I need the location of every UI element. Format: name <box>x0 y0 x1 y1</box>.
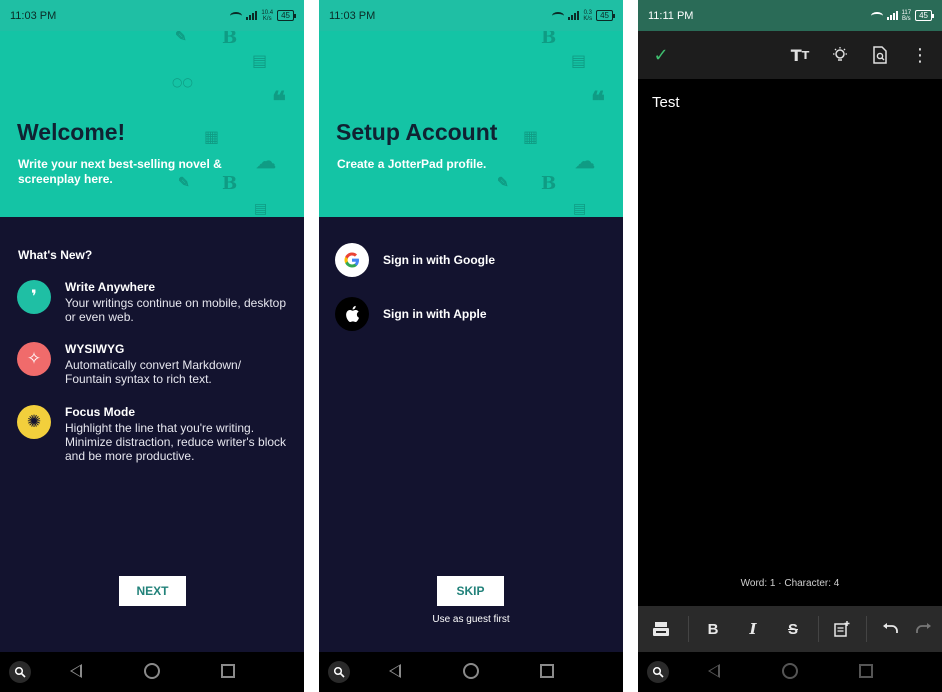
navigation-bar <box>0 652 304 692</box>
editor-screen: 11:11 PM 117 B/s 45 ✓ TT ⋮ Test Word: 1 ·… <box>638 0 942 692</box>
pencil-decoration-icon: ✎ <box>497 175 509 191</box>
feature-item: ❜ Write Anywhere Your writings continue … <box>17 280 297 324</box>
zoom-icon[interactable] <box>328 661 350 683</box>
typewriter-decoration-icon: ▤ <box>573 201 587 217</box>
back-icon[interactable] <box>389 664 401 678</box>
bold-icon[interactable]: B <box>702 606 724 652</box>
glasses-decoration-icon: ○○ <box>172 75 193 89</box>
typewriter-icon[interactable] <box>648 606 674 652</box>
welcome-screen: 11:03 PM 10.4 K/s 45 ✎ B ▤ ○○ ❝ ▦ ☁ ✎ B ▤… <box>0 0 304 692</box>
document-content[interactable]: Test <box>652 94 680 111</box>
hero-banner: B ▤ ❝ ▦ ☁ ✎ B ▤ Setup Account Create a J… <box>319 31 623 217</box>
word-count: Word: 1 · Character: 4 <box>740 578 840 589</box>
strikethrough-icon[interactable]: S <box>782 606 804 652</box>
recents-icon[interactable] <box>221 664 235 678</box>
next-button[interactable]: NEXT <box>119 576 186 606</box>
back-icon[interactable] <box>70 664 82 678</box>
preview-icon[interactable] <box>868 31 892 79</box>
setup-account-screen: 11:03 PM 0.3 K/s 45 B ▤ ❝ ▦ ☁ ✎ B ▤ Setup… <box>319 0 623 692</box>
hero-banner: ✎ B ▤ ○○ ❝ ▦ ☁ ✎ B ▤ Welcome! Write your… <box>0 31 304 217</box>
typewriter-decoration-icon: ▤ <box>252 51 268 70</box>
redo-icon[interactable] <box>912 606 936 652</box>
recents-icon[interactable] <box>859 664 873 678</box>
wifi-icon <box>870 11 883 20</box>
feature-description: Highlight the line that you're writing. … <box>65 421 287 463</box>
skip-button[interactable]: SKIP <box>437 576 504 606</box>
feature-item: ✺ Focus Mode Highlight the line that you… <box>17 405 297 463</box>
sign-in-apple-button[interactable]: Sign in with Apple <box>335 297 487 331</box>
google-icon <box>335 243 369 277</box>
sign-in-label: Sign in with Google <box>383 253 495 267</box>
status-bar: 11:03 PM 10.4 K/s 45 <box>0 0 304 31</box>
signal-icon <box>246 11 258 20</box>
check-icon[interactable]: ✓ <box>648 31 674 79</box>
page-title: Welcome! <box>17 119 126 145</box>
battery-icon: 45 <box>277 10 296 21</box>
quote-icon: ❜ <box>17 280 51 314</box>
editor-toolbar: ✓ TT ⋮ <box>638 31 942 79</box>
quote-decoration-icon: ❝ <box>591 87 605 117</box>
apple-icon <box>335 297 369 331</box>
text-size-icon[interactable]: TT <box>788 31 812 79</box>
recents-icon[interactable] <box>540 664 554 678</box>
clapper-decoration-icon: ▦ <box>523 127 539 146</box>
typewriter-decoration-icon: ▤ <box>571 51 587 70</box>
status-time: 11:03 PM <box>329 9 376 22</box>
network-speed: 10.4 K/s <box>261 9 274 22</box>
signal-icon <box>886 11 898 20</box>
home-icon[interactable] <box>463 663 479 679</box>
feature-title: Focus Mode <box>65 405 136 419</box>
cloud-decoration-icon: ☁ <box>575 149 595 173</box>
home-icon[interactable] <box>782 663 798 679</box>
wifi-icon <box>230 11 243 20</box>
signal-icon <box>568 11 580 20</box>
lightbulb-icon[interactable] <box>828 31 852 79</box>
feature-title: Write Anywhere <box>65 280 156 294</box>
page-subtitle: Write your next best-selling novel & scr… <box>18 157 222 186</box>
guest-hint[interactable]: Use as guest first <box>319 614 623 625</box>
page-title: Setup Account <box>336 119 498 145</box>
status-time: 11:11 PM <box>648 9 694 22</box>
battery-icon: 45 <box>915 10 934 21</box>
more-vertical-icon[interactable]: ⋮ <box>910 31 930 79</box>
status-bar: 11:11 PM 117 B/s 45 <box>638 0 942 31</box>
magic-wand-icon: ✧ <box>17 342 51 376</box>
undo-icon[interactable] <box>878 606 902 652</box>
battery-icon: 45 <box>596 10 615 21</box>
bold-decoration-icon: B <box>222 173 238 194</box>
status-bar: 11:03 PM 0.3 K/s 45 <box>319 0 623 31</box>
sign-in-label: Sign in with Apple <box>383 307 487 321</box>
add-note-icon[interactable] <box>830 606 854 652</box>
typewriter-decoration-icon: ▤ <box>254 201 268 217</box>
navigation-bar <box>319 652 623 692</box>
feature-description: Automatically convert Markdown/ Fountain… <box>65 358 242 386</box>
bold-decoration-icon: B <box>541 173 557 194</box>
network-speed: 0.3 K/s <box>583 9 593 22</box>
cloud-decoration-icon: ☁ <box>256 149 276 173</box>
home-icon[interactable] <box>144 663 160 679</box>
feature-description: Your writings continue on mobile, deskto… <box>65 296 287 324</box>
wifi-icon <box>552 11 565 20</box>
navigation-bar <box>638 652 942 692</box>
feature-title: WYSIWYG <box>65 342 125 356</box>
zoom-icon[interactable] <box>647 661 669 683</box>
italic-icon[interactable]: I <box>742 606 764 652</box>
quote-decoration-icon: ❝ <box>272 87 286 117</box>
sign-in-google-button[interactable]: Sign in with Google <box>335 243 495 277</box>
network-speed: 117 B/s <box>901 9 912 22</box>
aperture-icon: ✺ <box>17 405 51 439</box>
page-subtitle: Create a JotterPad profile. <box>337 157 487 171</box>
zoom-icon[interactable] <box>9 661 31 683</box>
back-icon[interactable] <box>708 664 720 678</box>
clapper-decoration-icon: ▦ <box>204 127 220 146</box>
status-time: 11:03 PM <box>10 9 57 22</box>
bold-decoration-icon: B <box>541 31 557 48</box>
pencil-decoration-icon: ✎ <box>175 31 187 45</box>
whats-new-heading: What's New? <box>18 248 93 262</box>
format-toolbar: B I S <box>638 606 942 652</box>
feature-item: ✧ WYSIWYG Automatically convert Markdown… <box>17 342 297 386</box>
bold-decoration-icon: B <box>222 31 238 48</box>
